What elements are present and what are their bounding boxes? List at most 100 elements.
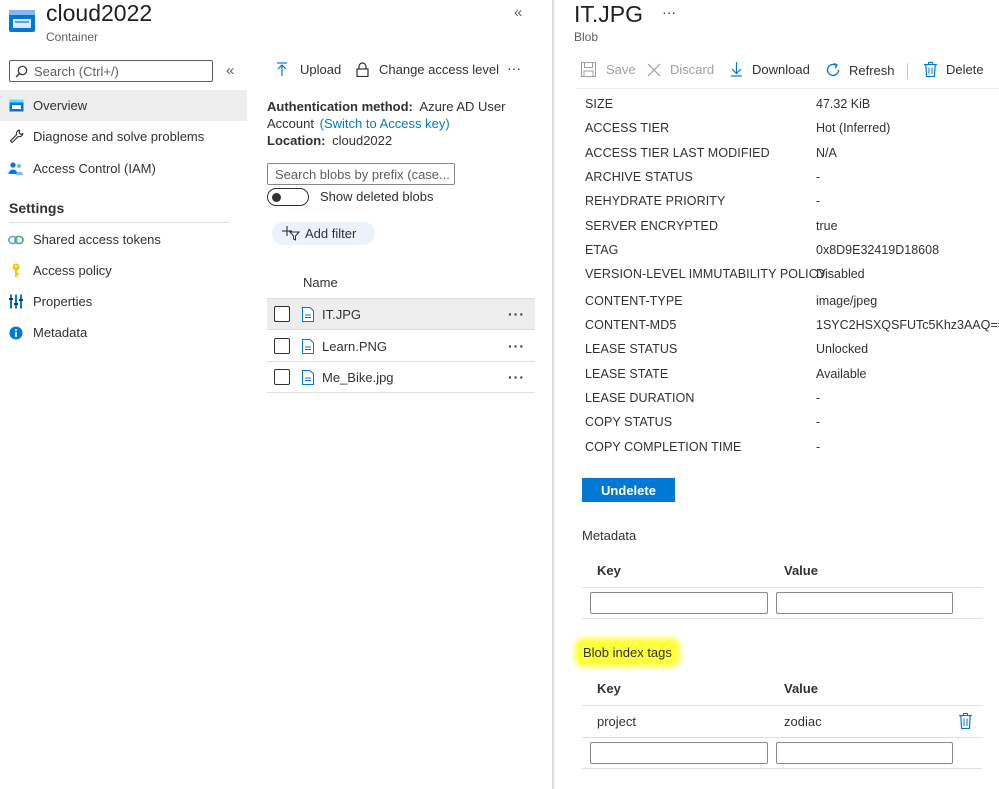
download-button[interactable]: Download (730, 62, 810, 77)
trash-icon (924, 62, 937, 77)
nav-search-input[interactable]: Search (Ctrl+/) (9, 60, 213, 82)
property-value: - (816, 170, 821, 184)
file-icon (302, 338, 314, 354)
property-value: - (816, 194, 821, 208)
property-value: - (816, 391, 821, 405)
tag-row-divider (582, 737, 982, 738)
nav-item-properties[interactable]: Properties (0, 286, 247, 317)
overview-icon (8, 98, 24, 114)
tags-header-divider (582, 705, 982, 706)
collapse-nav-icon[interactable]: « (226, 62, 234, 79)
toolbar-bottom-divider (576, 88, 999, 89)
property-value: Available (816, 367, 867, 381)
blob-name[interactable]: IT.JPG (322, 307, 361, 322)
nav-item-label: Access Control (IAM) (33, 161, 156, 176)
blob-name[interactable]: Me_Bike.jpg (322, 370, 394, 385)
table-row[interactable]: Learn.PNG ··· (267, 331, 535, 362)
collapse-middle-icon[interactable]: « (514, 4, 522, 21)
row-checkbox[interactable] (274, 338, 290, 354)
download-label: Download (752, 62, 810, 77)
metadata-value-input[interactable] (776, 592, 953, 614)
blob-index-tags-heading: Blob index tags (578, 641, 677, 664)
name-column-header[interactable]: Name (303, 275, 338, 290)
property-value: 47.32 KiB (816, 97, 871, 111)
container-title: cloud2022 (46, 0, 153, 26)
metadata-key-header: Key (597, 563, 621, 578)
tag-key-input[interactable] (590, 742, 768, 764)
nav-item-label: Shared access tokens (33, 232, 161, 247)
tag-value-input[interactable] (776, 742, 953, 764)
row-more-button[interactable]: ··· (508, 306, 525, 322)
auth-method-line-2: Account (Switch to Access key) (267, 116, 450, 131)
property-value: - (816, 440, 821, 454)
toggle-knob (272, 192, 281, 202)
info-icon (8, 325, 24, 341)
add-filter-button[interactable]: Add filter (272, 222, 375, 245)
undelete-label: Undelete (601, 482, 656, 498)
discard-button[interactable]: Discard (647, 62, 714, 77)
blob-more-button[interactable]: ··· (662, 4, 676, 20)
auth-method-line: Authentication method: Azure AD User (267, 99, 506, 114)
property-key: CONTENT-TYPE (585, 294, 683, 308)
nav-item-metadata[interactable]: Metadata (0, 317, 247, 348)
settings-heading: Settings (9, 200, 65, 216)
add-filter-icon (282, 226, 300, 241)
blob-search-input[interactable]: Search blobs by prefix (case... (267, 163, 455, 185)
middle-more-button[interactable]: ··· (507, 60, 521, 76)
tags-key-header: Key (597, 681, 621, 696)
property-value: N/A (816, 146, 837, 160)
upload-icon (276, 62, 288, 77)
save-button[interactable]: Save (581, 62, 636, 77)
show-deleted-label: Show deleted blobs (320, 189, 434, 204)
nav-item-access-policy[interactable]: Access policy (0, 255, 247, 286)
property-key: ETAG (585, 243, 619, 257)
property-key: SERVER ENCRYPTED (585, 219, 719, 233)
nav-search-placeholder: Search (Ctrl+/) (34, 63, 119, 79)
file-icon (302, 369, 314, 385)
show-deleted-toggle[interactable] (267, 188, 309, 206)
change-access-level-label: Change access level (379, 62, 499, 77)
lock-icon (356, 62, 369, 77)
property-value: Disabled (816, 267, 865, 281)
property-value: 0x8D9E32419D18608 (816, 243, 940, 257)
blob-title: IT.JPG (574, 1, 644, 27)
table-row[interactable]: IT.JPG ··· (267, 299, 535, 330)
switch-to-access-key-link[interactable]: (Switch to Access key) (320, 116, 450, 131)
file-icon (302, 306, 314, 322)
property-key: CONTENT-MD5 (585, 318, 677, 332)
upload-button[interactable]: Upload (276, 62, 341, 77)
download-icon (730, 62, 743, 77)
add-filter-label: Add filter (305, 226, 357, 241)
nav-item-label: Diagnose and solve problems (33, 129, 205, 144)
row-more-button[interactable]: ··· (508, 369, 525, 385)
table-row[interactable]: Me_Bike.jpg ··· (267, 362, 535, 393)
nav-item-shared-access-tokens[interactable]: Shared access tokens (0, 224, 247, 255)
delete-label: Delete (946, 62, 984, 77)
blob-name[interactable]: Learn.PNG (322, 339, 387, 354)
save-label: Save (606, 62, 636, 77)
property-value: Unlocked (816, 342, 869, 356)
property-key: LEASE STATE (585, 367, 669, 381)
change-access-level-button[interactable]: Change access level (356, 62, 499, 77)
property-key: ARCHIVE STATUS (585, 170, 693, 184)
tag-value: zodiac (784, 714, 822, 729)
nav-item-iam[interactable]: Access Control (IAM) (0, 153, 247, 184)
nav-item-overview[interactable]: Overview (0, 90, 247, 121)
undelete-button[interactable]: Undelete (582, 478, 675, 502)
row-checkbox[interactable] (274, 369, 290, 385)
property-key: REHYDRATE PRIORITY (585, 194, 726, 208)
close-icon (647, 63, 661, 77)
nav-item-diagnose[interactable]: Diagnose and solve problems (0, 121, 247, 152)
toolbar-separator (907, 63, 908, 79)
blob-search-placeholder: Search blobs by prefix (case... (275, 166, 450, 182)
refresh-label: Refresh (849, 62, 895, 78)
property-key: VERSION-LEVEL IMMUTABILITY POLICY (585, 267, 827, 281)
row-more-button[interactable]: ··· (508, 338, 525, 354)
refresh-button[interactable]: Refresh (825, 62, 895, 78)
location-label: Location: (267, 133, 326, 148)
delete-button[interactable]: Delete (924, 62, 984, 77)
row-checkbox[interactable] (274, 306, 290, 322)
delete-tag-icon[interactable] (959, 713, 972, 729)
tags-value-header: Value (784, 681, 818, 696)
metadata-key-input[interactable] (590, 592, 768, 614)
